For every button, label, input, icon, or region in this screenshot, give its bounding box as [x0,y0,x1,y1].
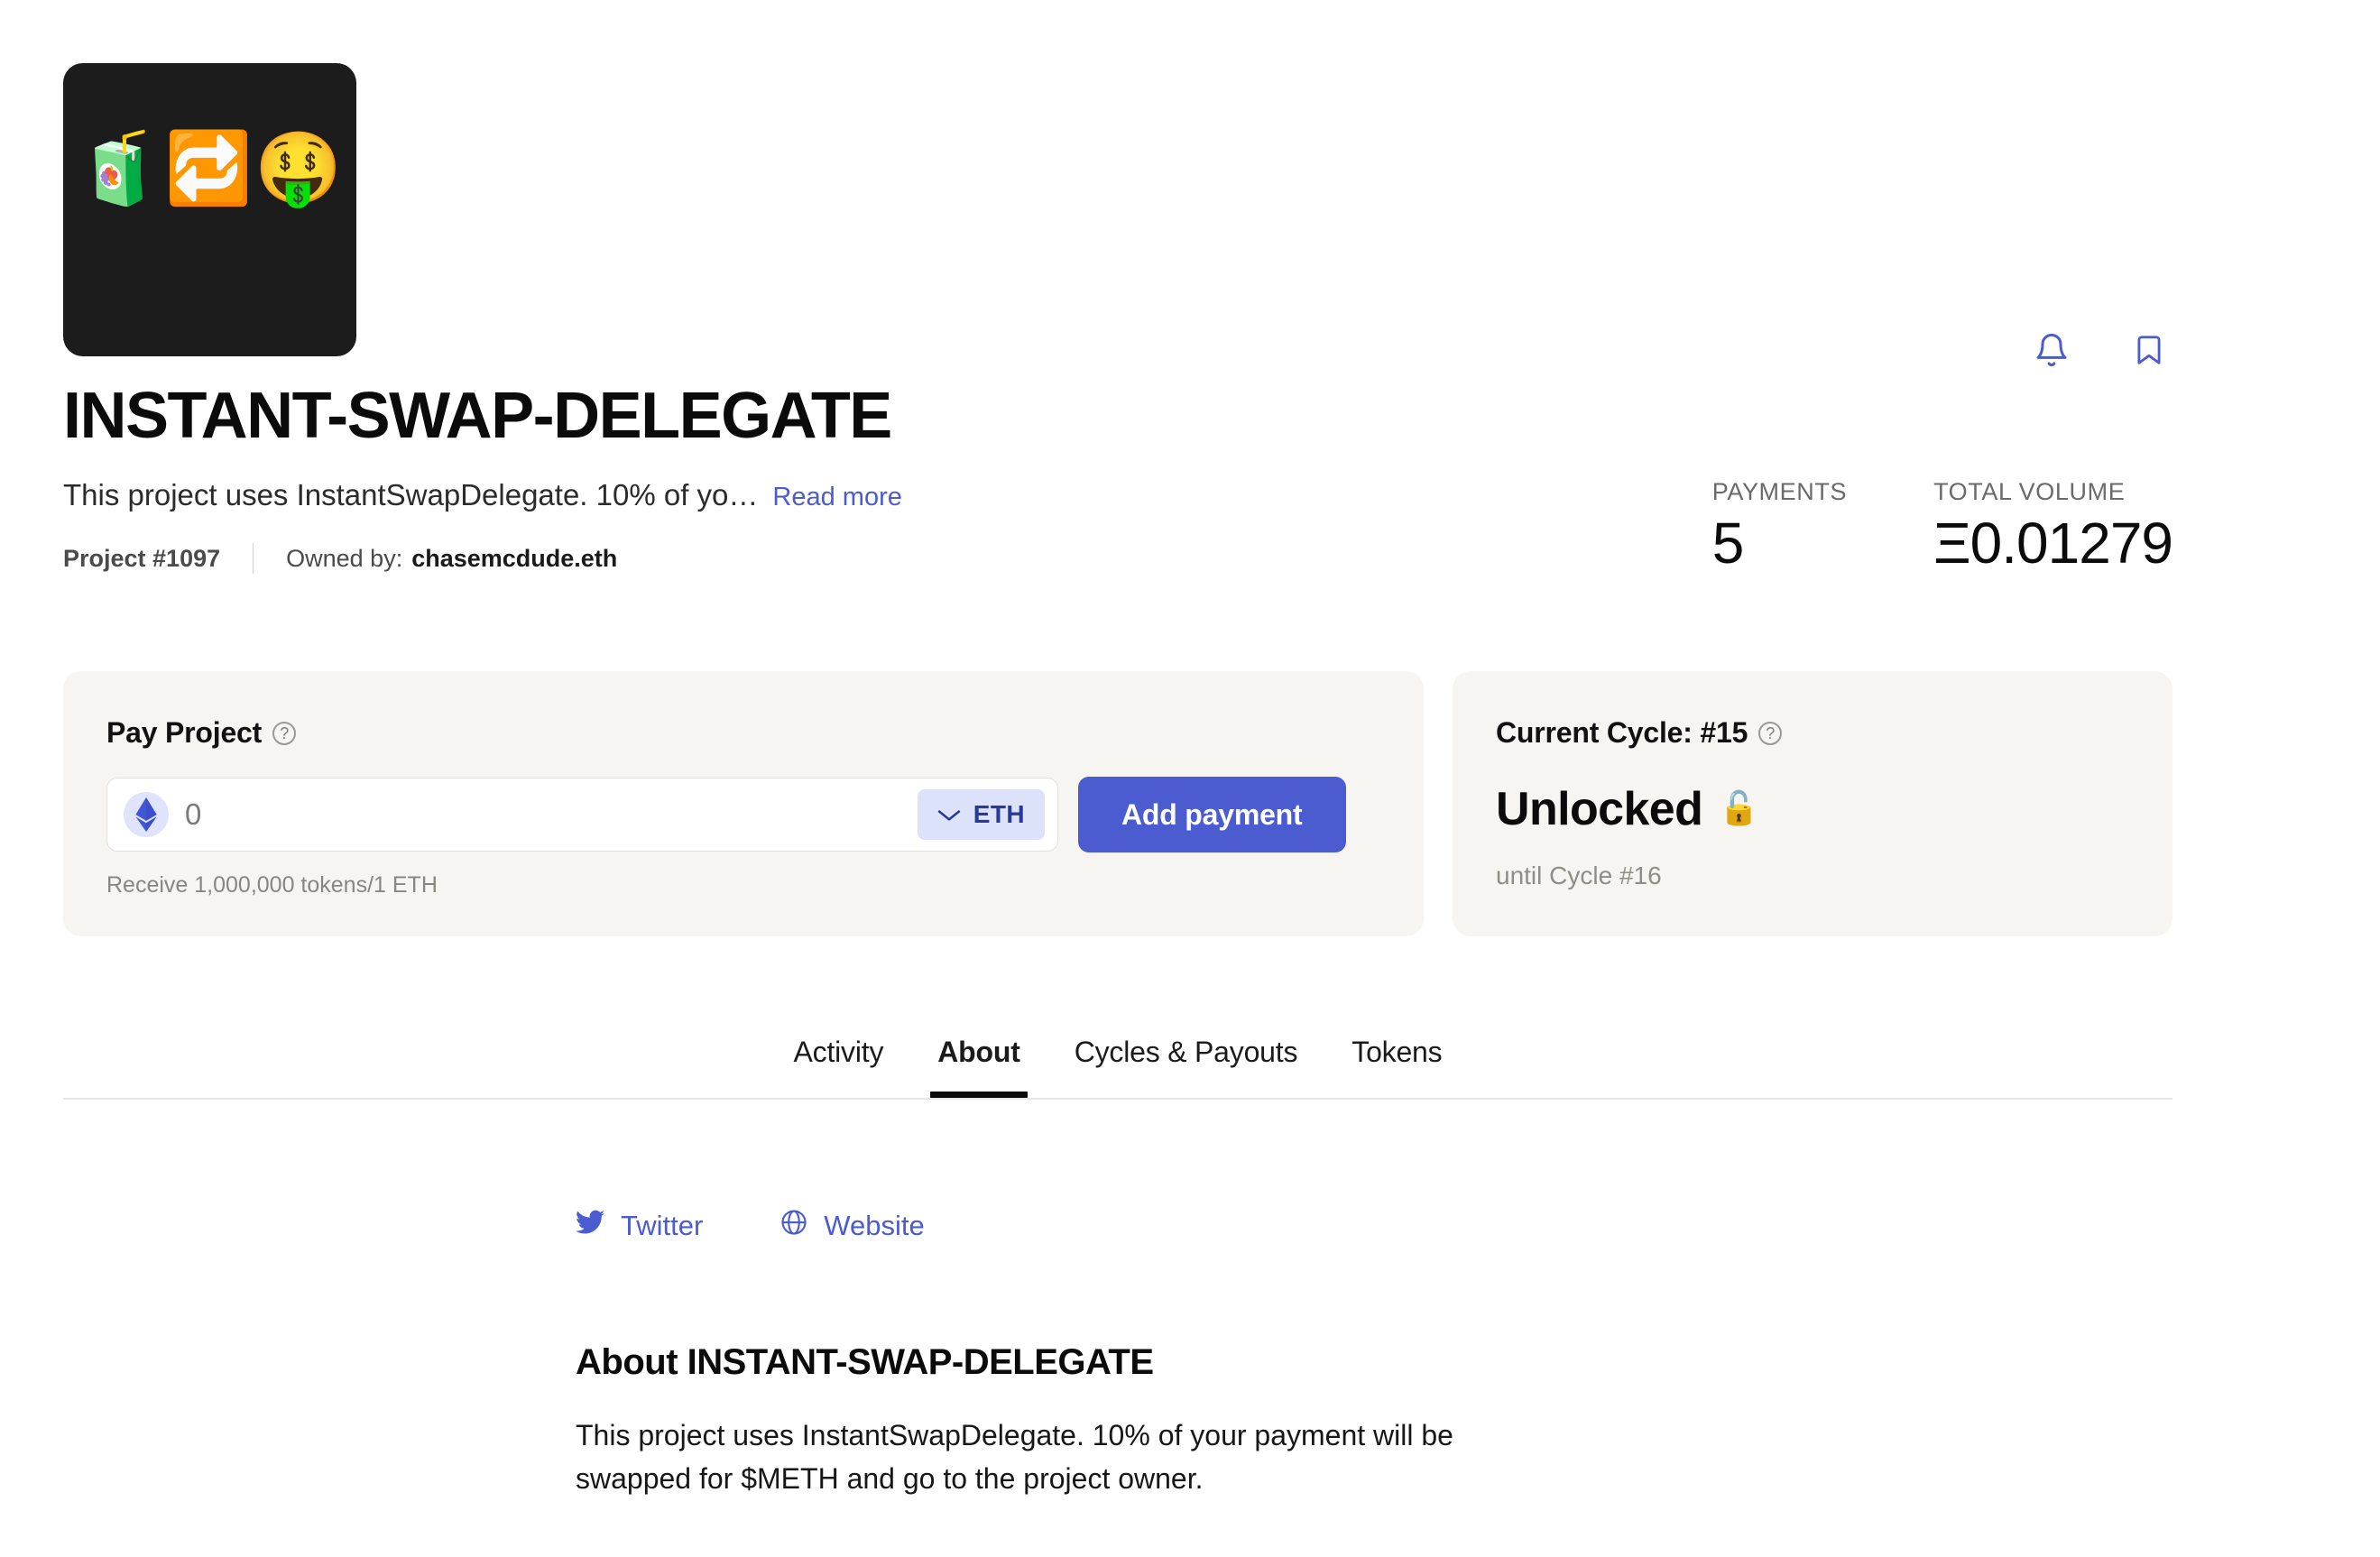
tab-cycles-payouts[interactable]: Cycles & Payouts [1047,1036,1325,1098]
current-cycle-title: Current Cycle: #15 [1496,716,1748,750]
chevron-down-icon [937,800,961,829]
globe-icon [780,1209,807,1243]
social-links: Twitter Website [576,1209,1640,1243]
pay-project-card: Pay Project ? 0 [63,671,1424,936]
tab-about[interactable]: About [910,1036,1047,1098]
project-meta: Project #1097 Owned by: chasemcdude.eth [63,543,1236,574]
project-logo-emojis: 🧃🔁🤑 [76,134,344,204]
bookmark-icon [2132,331,2166,373]
current-cycle-card: Current Cycle: #15 ? Unlocked 🔓 until Cy… [1453,671,2172,936]
receive-rate-note: Receive 1,000,000 tokens/1 ETH [106,872,1380,898]
payment-amount-field[interactable]: 0 ETH [106,778,1058,852]
tab-list: Activity About Cycles & Payouts Tokens [63,1036,2172,1098]
pay-controls: 0 ETH Add payment [106,777,1380,852]
cycle-until-label: until Cycle #16 [1496,861,2129,890]
social-link-website[interactable]: Website [780,1209,924,1243]
help-icon[interactable]: ? [272,722,296,745]
read-more-link[interactable]: Read more [772,483,901,512]
stat-total-volume: TOTAL VOLUME Ξ0.01279 [1933,478,2172,575]
twitter-icon [576,1210,604,1242]
tab-activity[interactable]: Activity [767,1036,911,1098]
project-header: INSTANT-SWAP-DELEGATE This project uses … [63,382,1236,574]
stat-payments-value: 5 [1712,511,1847,575]
summary-cards: Pay Project ? 0 [63,671,2172,936]
stat-total-volume-label: TOTAL VOLUME [1933,478,2172,506]
project-number: Project #1097 [63,545,220,573]
about-heading: About INSTANT-SWAP-DELEGATE [576,1342,1640,1383]
stat-payments: PAYMENTS 5 [1712,478,1847,575]
tab-tokens[interactable]: Tokens [1324,1036,1469,1098]
social-link-twitter-label: Twitter [621,1210,703,1242]
project-page: 🧃🔁🤑 INSTANT- [0,0,2380,1557]
tab-divider [63,1098,2172,1100]
token-select[interactable]: ETH [918,789,1045,840]
ethereum-icon [124,792,169,837]
tab-bar: Activity About Cycles & Payouts Tokens [63,1036,2172,1100]
add-payment-button[interactable]: Add payment [1078,777,1346,852]
project-description-row: This project uses InstantSwapDelegate. 1… [63,476,1236,515]
project-logo: 🧃🔁🤑 [63,63,356,356]
stat-payments-label: PAYMENTS [1712,478,1847,506]
social-link-website-label: Website [824,1210,924,1242]
pay-project-title: Pay Project [106,716,262,750]
current-cycle-title-row: Current Cycle: #15 ? [1496,716,2129,750]
owned-by-label: Owned by: [286,545,402,573]
stat-total-volume-value: Ξ0.01279 [1933,511,2172,575]
meta-divider [253,543,254,574]
owner-name[interactable]: chasemcdude.eth [411,545,617,573]
project-description: This project uses InstantSwapDelegate. 1… [63,476,758,515]
header-actions [2032,332,2169,372]
page-title: INSTANT-SWAP-DELEGATE [63,382,1236,451]
about-body: This project uses InstantSwapDelegate. 1… [576,1414,1478,1500]
token-select-label: ETH [973,800,1025,829]
social-link-twitter[interactable]: Twitter [576,1210,703,1242]
project-stats: PAYMENTS 5 TOTAL VOLUME Ξ0.01279 [1712,478,2172,575]
payment-amount-input[interactable]: 0 [185,797,901,832]
cycle-status-row: Unlocked 🔓 [1496,782,2129,836]
about-panel: Twitter Website About INSTANT-SWAP-DELEG… [576,1209,1640,1500]
bookmark-button[interactable] [2129,332,2169,372]
cycle-status-label: Unlocked [1496,782,1702,836]
notification-bell-button[interactable] [2032,332,2071,372]
pay-project-title-row: Pay Project ? [106,716,1380,750]
help-icon[interactable]: ? [1758,722,1782,745]
unlock-icon: 🔓 [1719,793,1758,825]
bell-icon [2034,331,2070,373]
